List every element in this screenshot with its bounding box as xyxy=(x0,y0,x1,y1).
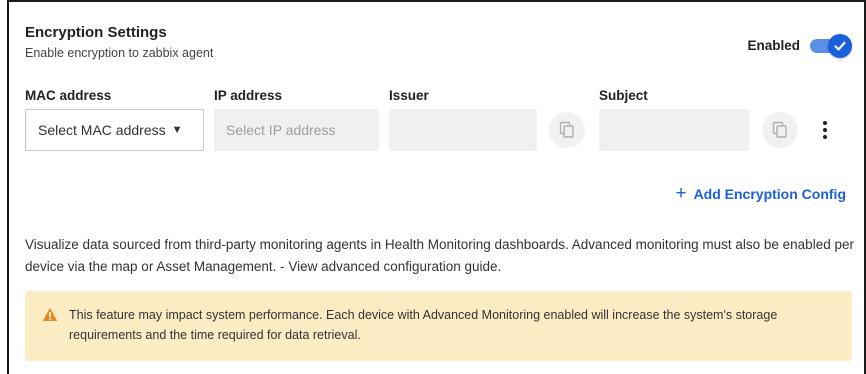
encryption-settings-panel: Encryption Settings Enable encryption to… xyxy=(7,0,866,374)
add-config-label: Add Encryption Config xyxy=(693,185,846,202)
copy-issuer-button[interactable] xyxy=(549,112,585,148)
plus-icon: + xyxy=(675,183,687,204)
description-text: Visualize data sourced from third-party … xyxy=(25,237,854,274)
subject-label: Subject xyxy=(599,88,648,103)
checkmark-icon xyxy=(834,41,846,51)
copy-icon xyxy=(772,121,787,138)
ip-address-label: IP address xyxy=(214,88,283,103)
toggle-knob xyxy=(828,34,852,58)
enabled-label: Enabled xyxy=(747,37,800,53)
section-subtitle: Enable encryption to zabbix agent xyxy=(25,46,214,60)
subject-field[interactable] xyxy=(599,109,749,151)
warning-text: This feature may impact system performan… xyxy=(69,308,778,342)
caret-down-icon: ▼ xyxy=(171,124,183,136)
add-encryption-config-button[interactable]: + Add Encryption Config xyxy=(675,184,846,203)
enabled-control: Enabled xyxy=(747,34,852,58)
mac-address-select[interactable]: Select MAC address ▼ xyxy=(25,109,204,151)
issuer-label: Issuer xyxy=(389,88,429,103)
mac-address-label: MAC address xyxy=(25,88,112,103)
performance-warning-banner: This feature may impact system performan… xyxy=(25,291,852,361)
more-options-icon[interactable] xyxy=(815,118,835,142)
section-title: Encryption Settings xyxy=(25,24,167,41)
issuer-field[interactable] xyxy=(389,109,537,151)
enabled-toggle[interactable] xyxy=(808,34,852,58)
ip-placeholder: Select IP address xyxy=(226,122,336,138)
ip-address-input[interactable]: Select IP address xyxy=(214,109,379,151)
mac-select-value: Select MAC address xyxy=(38,122,166,138)
copy-subject-button[interactable] xyxy=(762,112,798,148)
copy-icon xyxy=(559,121,574,138)
warning-icon xyxy=(42,308,58,321)
